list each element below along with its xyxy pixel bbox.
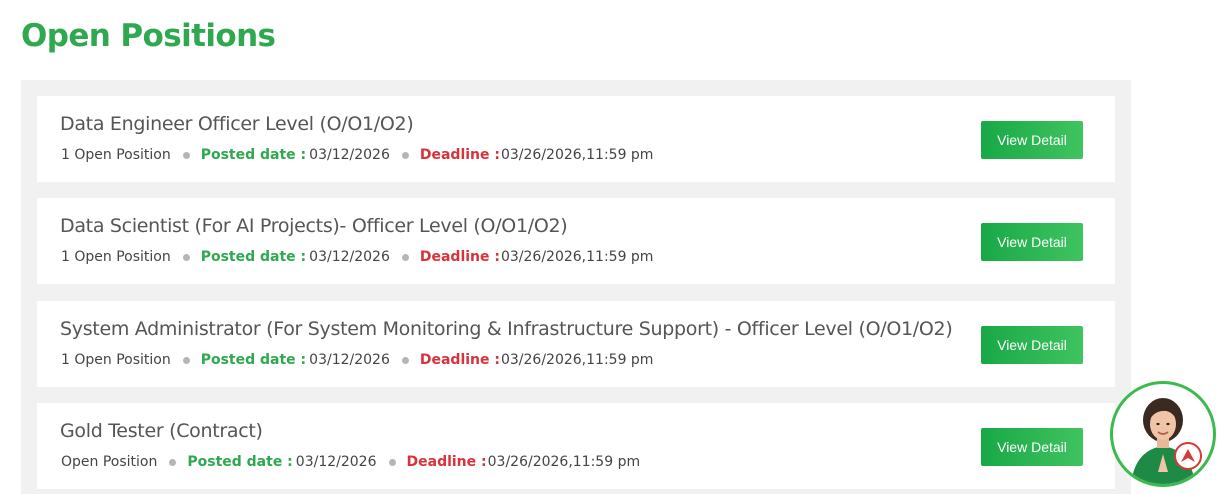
separator-dot-icon bbox=[182, 253, 190, 261]
job-title[interactable]: Data Scientist (For AI Projects)- Office… bbox=[60, 215, 568, 237]
brand-logo-icon bbox=[1174, 442, 1202, 470]
page-title: Open Positions bbox=[21, 18, 276, 54]
openings-count: 1 Open Position bbox=[61, 147, 171, 163]
separator-dot-icon bbox=[388, 458, 396, 466]
job-title[interactable]: Data Engineer Officer Level (O/O1/O2) bbox=[60, 113, 414, 135]
assistant-portrait-icon bbox=[1131, 398, 1195, 484]
deadline-value: 03/26/2026,11:59 pm bbox=[487, 454, 641, 470]
separator-dot-icon bbox=[169, 458, 177, 466]
arrow-logo-icon bbox=[1181, 449, 1195, 462]
view-detail-button[interactable]: View Detail bbox=[981, 121, 1083, 159]
separator-dot-icon bbox=[401, 151, 409, 159]
deadline-label: Deadline : bbox=[419, 352, 500, 368]
job-card: System Administrator (For System Monitor… bbox=[37, 301, 1115, 387]
posted-date-value: 03/12/2026 bbox=[295, 454, 377, 470]
view-detail-button[interactable]: View Detail bbox=[981, 428, 1083, 466]
posted-date-label: Posted date : bbox=[200, 352, 307, 368]
posted-date-label: Posted date : bbox=[200, 249, 307, 265]
deadline-value: 03/26/2026,11:59 pm bbox=[500, 147, 654, 163]
separator-dot-icon bbox=[401, 253, 409, 261]
view-detail-button[interactable]: View Detail bbox=[981, 326, 1083, 364]
job-title[interactable]: System Administrator (For System Monitor… bbox=[60, 318, 953, 340]
posted-date-value: 03/12/2026 bbox=[309, 249, 390, 265]
job-meta: Open Position Posted date : 03/12/2026 D… bbox=[61, 454, 640, 470]
view-detail-button[interactable]: View Detail bbox=[981, 223, 1083, 261]
posted-date-label: Posted date : bbox=[187, 454, 293, 470]
separator-dot-icon bbox=[401, 356, 409, 364]
job-card: Data Scientist (For AI Projects)- Office… bbox=[37, 198, 1115, 284]
job-meta: 1 Open Position Posted date : 03/12/2026… bbox=[61, 147, 653, 163]
deadline-label: Deadline : bbox=[419, 147, 500, 163]
posted-date-value: 03/12/2026 bbox=[309, 147, 390, 163]
deadline-label: Deadline : bbox=[406, 454, 487, 470]
openings-count: 1 Open Position bbox=[61, 249, 171, 265]
separator-dot-icon bbox=[182, 356, 190, 364]
openings-count: Open Position bbox=[61, 454, 158, 470]
posted-date-label: Posted date : bbox=[200, 147, 307, 163]
job-title[interactable]: Gold Tester (Contract) bbox=[60, 420, 263, 442]
job-card: Gold Tester (Contract) Open Position Pos… bbox=[37, 403, 1115, 489]
job-meta: 1 Open Position Posted date : 03/12/2026… bbox=[61, 249, 653, 265]
chat-assistant-avatar[interactable] bbox=[1110, 381, 1216, 487]
posted-date-value: 03/12/2026 bbox=[309, 352, 390, 368]
job-list: Data Engineer Officer Level (O/O1/O2) 1 … bbox=[21, 80, 1131, 494]
deadline-value: 03/26/2026,11:59 pm bbox=[500, 249, 654, 265]
deadline-label: Deadline : bbox=[419, 249, 500, 265]
openings-count: 1 Open Position bbox=[61, 352, 171, 368]
job-meta: 1 Open Position Posted date : 03/12/2026… bbox=[61, 352, 653, 368]
deadline-value: 03/26/2026,11:59 pm bbox=[500, 352, 654, 368]
job-card: Data Engineer Officer Level (O/O1/O2) 1 … bbox=[37, 96, 1115, 182]
separator-dot-icon bbox=[182, 151, 190, 159]
